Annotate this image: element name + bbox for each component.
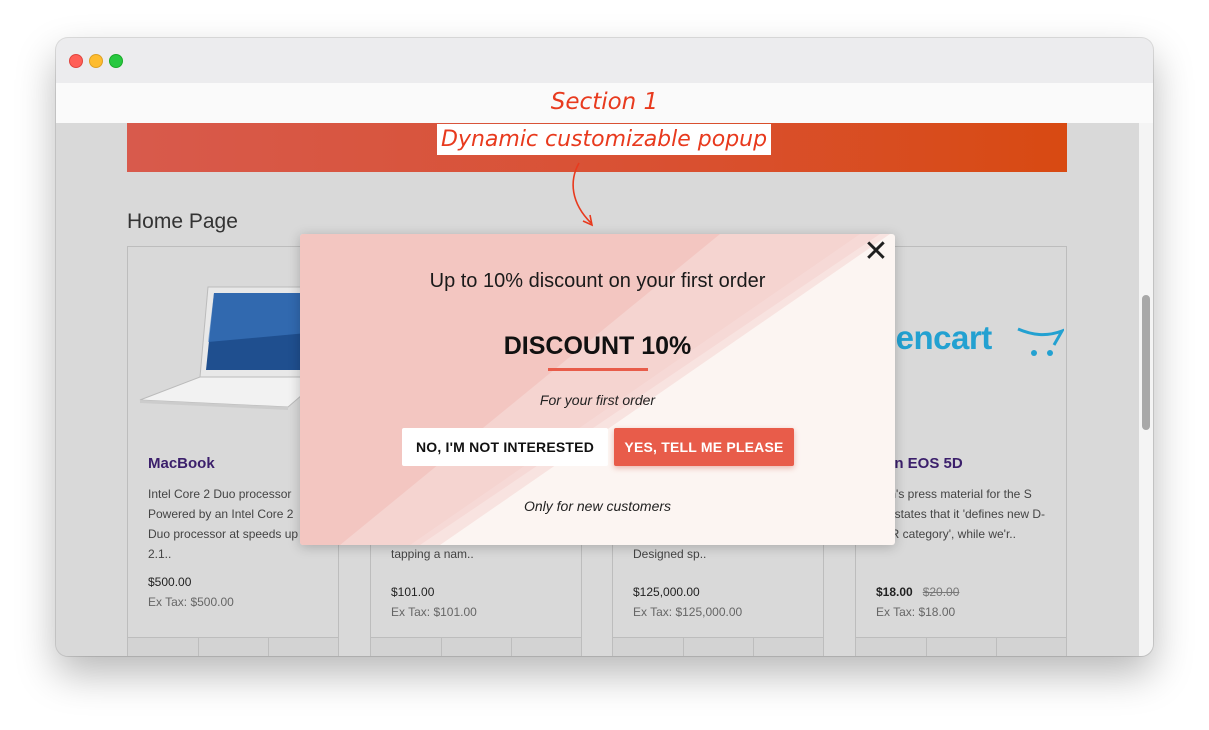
product-description: tapping a nam.. <box>391 547 474 561</box>
product-ex-tax: Ex Tax: $125,000.00 <box>633 605 743 619</box>
annotation-section-label: Section 1 <box>550 89 659 115</box>
maximize-window-button[interactable] <box>109 54 123 68</box>
price-new: $18.00 <box>876 585 913 599</box>
vertical-scrollbar[interactable] <box>1139 123 1153 656</box>
title-bar <box>56 38 1153 84</box>
close-window-button[interactable] <box>69 54 83 68</box>
annotation-arrow-icon <box>572 162 594 227</box>
product-description: non's press material for the S 5D states… <box>876 487 1046 541</box>
headline-underline <box>548 368 648 371</box>
popup-headline: DISCOUNT 10% <box>503 332 692 360</box>
decline-button[interactable]: NO, I'M NOT INTERESTED <box>402 428 608 466</box>
popup-title: Up to 10% discount on your first order <box>429 270 766 292</box>
close-popup-button[interactable]: ✕ <box>863 237 889 267</box>
popup-footer: Only for new customers <box>523 498 672 514</box>
product-ex-tax: Ex Tax: $18.00 <box>876 605 956 619</box>
product-price: $18.00 $20.00 <box>876 585 959 599</box>
product-description: Intel Core 2 Duo processor Powered by an… <box>148 487 312 561</box>
popup-subtitle: For your first order <box>539 392 656 408</box>
scrollbar-thumb[interactable] <box>1142 295 1150 430</box>
browser-window: Section 1 Dynamic customizable popup Hom… <box>56 38 1153 656</box>
product-button-row <box>613 637 823 656</box>
page-heading: Home Page <box>127 210 238 233</box>
minimize-window-button[interactable] <box>89 54 103 68</box>
product-button-row <box>128 637 338 656</box>
price-old: $20.00 <box>922 585 960 599</box>
product-price: $101.00 <box>391 585 435 599</box>
product-name[interactable]: MacBook <box>148 455 215 472</box>
discount-popup: ✕ Up to 10% discount on your first order… <box>300 234 895 545</box>
product-ex-tax: Ex Tax: $500.00 <box>148 595 234 609</box>
product-button-row <box>856 637 1066 656</box>
annotation-callout-label: Dynamic customizable popup <box>437 124 772 155</box>
product-description: Designed sp.. <box>633 547 707 561</box>
product-ex-tax: Ex Tax: $101.00 <box>391 605 477 619</box>
product-price: $125,000.00 <box>633 585 700 599</box>
accept-button[interactable]: YES, TELL ME PLEASE <box>614 428 794 466</box>
product-button-row <box>371 637 581 656</box>
product-price: $500.00 <box>148 575 192 589</box>
cart-logo-icon <box>1017 327 1064 356</box>
